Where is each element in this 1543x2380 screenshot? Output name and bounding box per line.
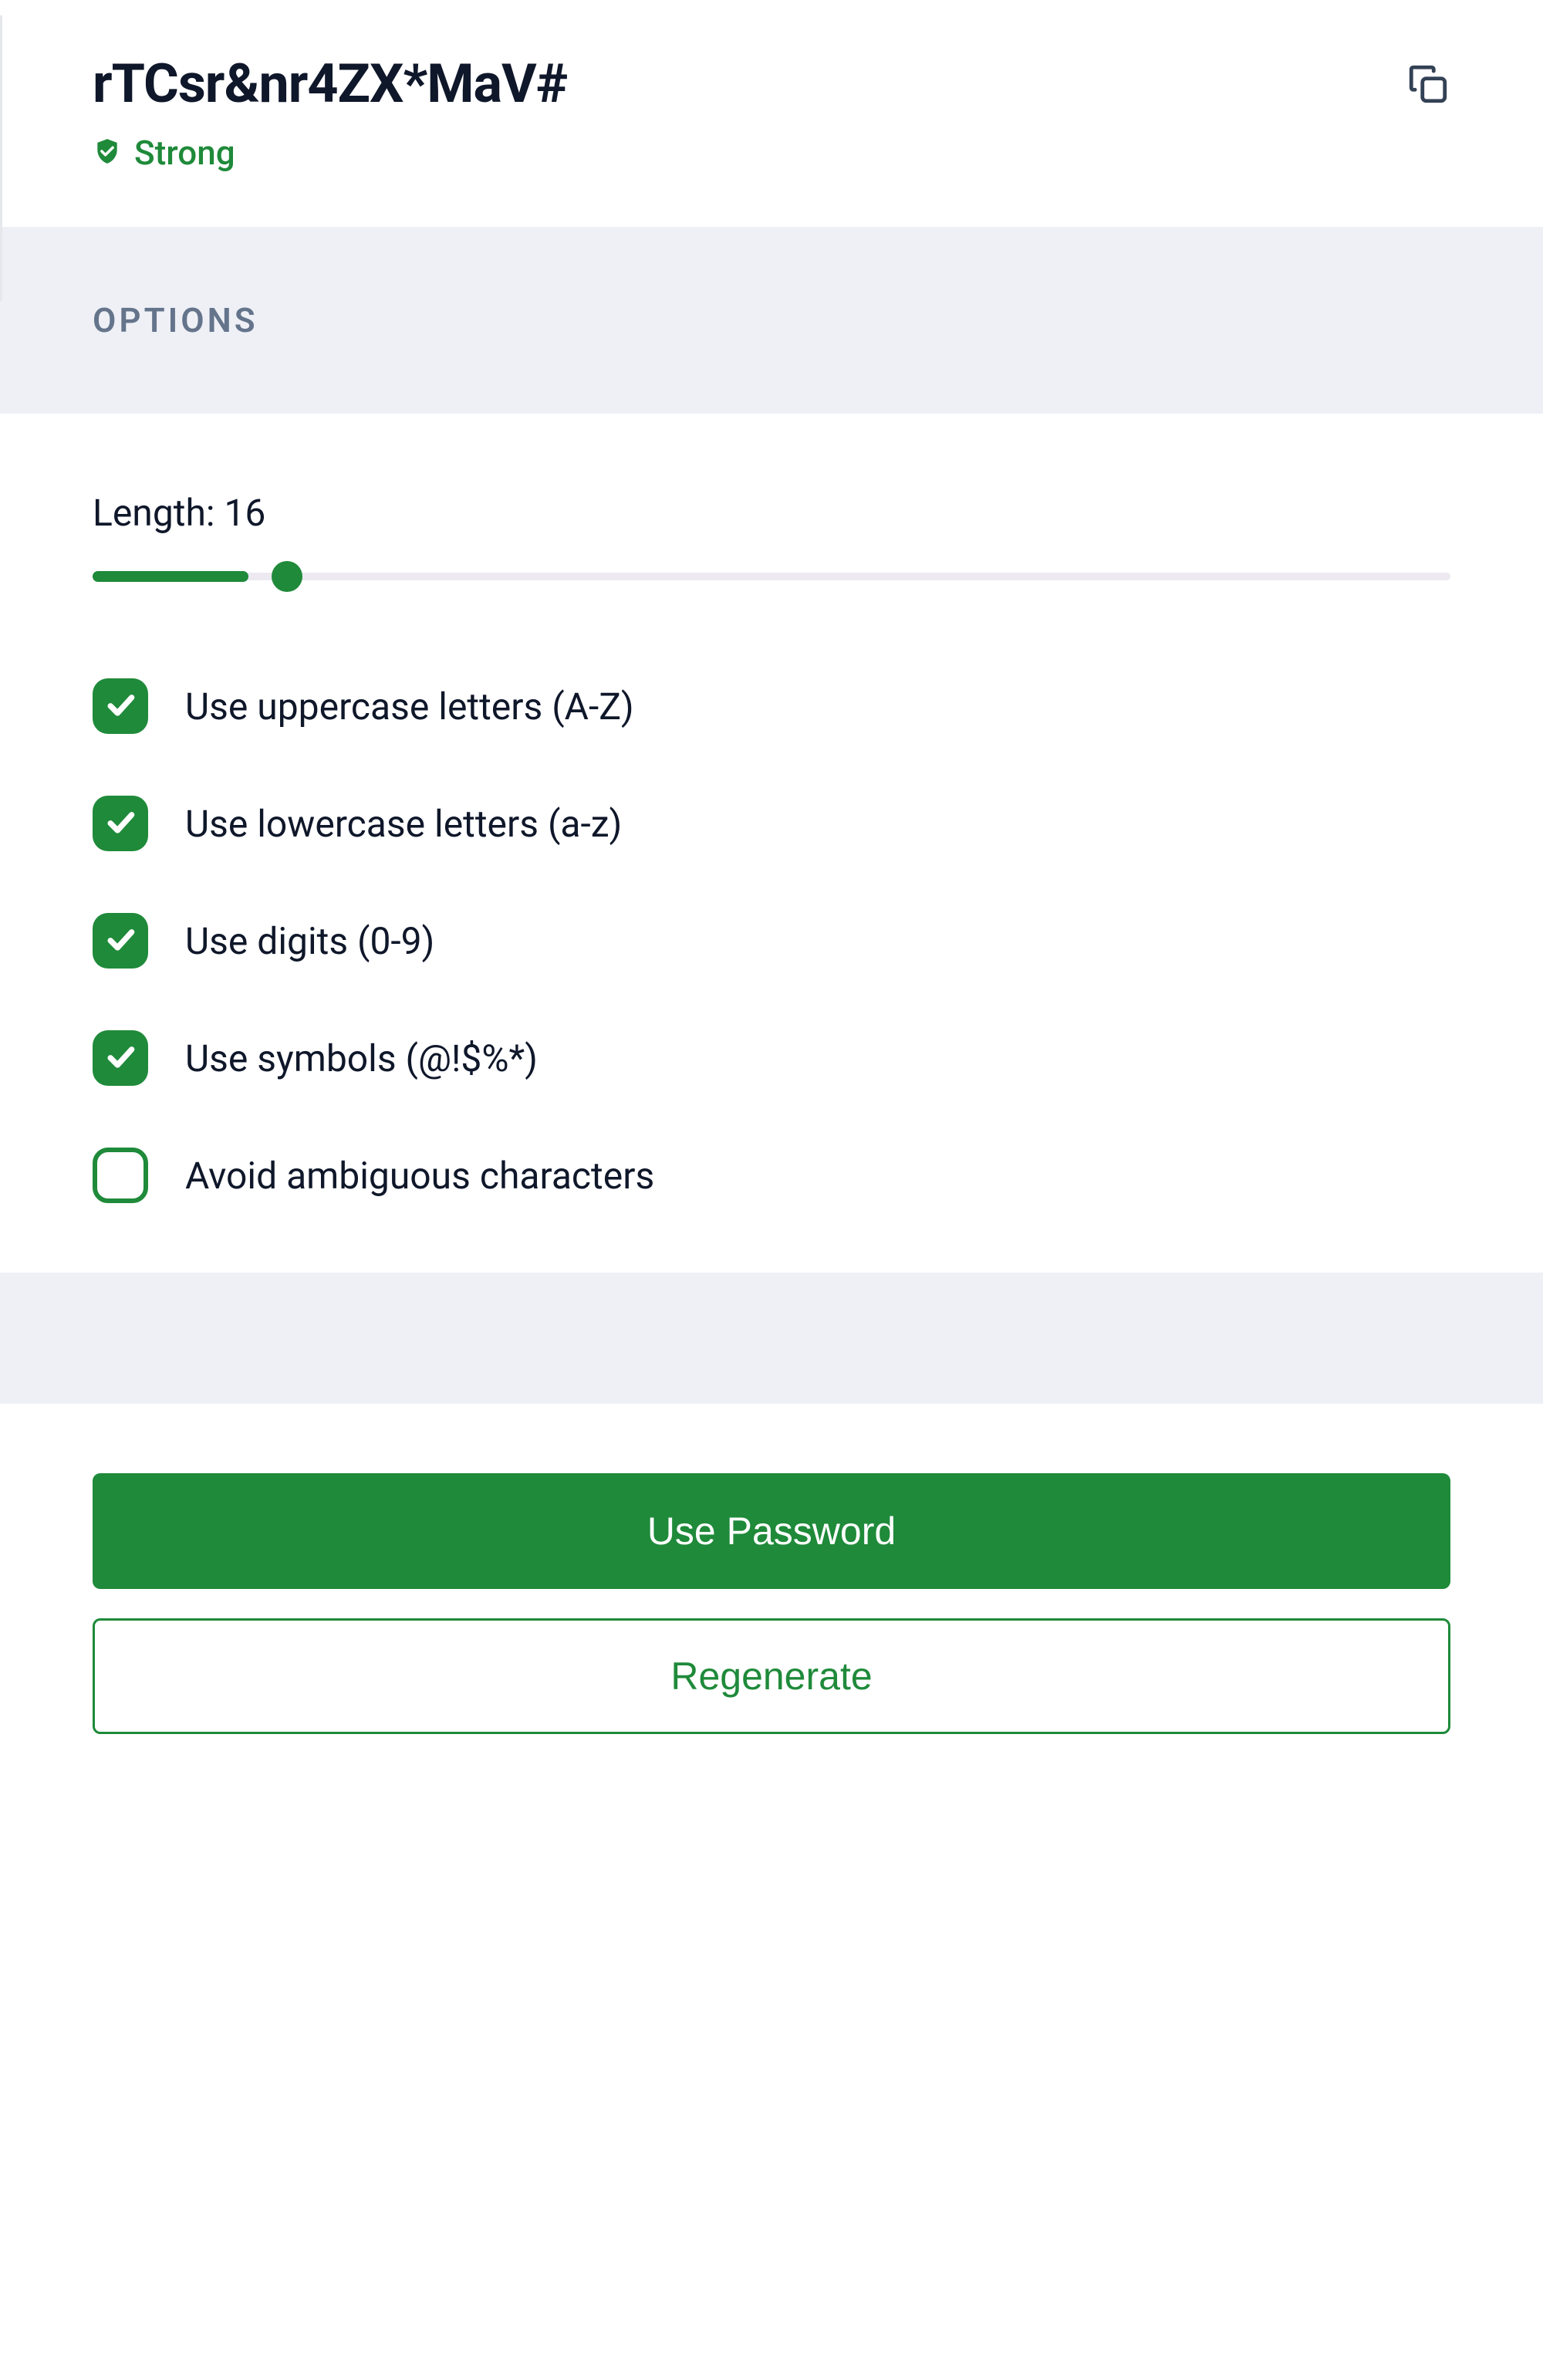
slider-thumb[interactable] xyxy=(272,561,302,592)
check-icon xyxy=(103,805,137,842)
check-icon xyxy=(103,922,137,959)
footer-actions: Use Password Regenerate xyxy=(0,1404,1543,1780)
checkbox-ambiguous[interactable] xyxy=(93,1148,148,1203)
left-edge-divider xyxy=(0,15,2,301)
strength-label: Strong xyxy=(134,133,235,173)
options-section-header: OPTIONS xyxy=(0,227,1543,414)
section-gap xyxy=(0,1273,1543,1404)
checkbox-row-symbols[interactable]: Use symbols (@!$%*) xyxy=(93,1030,1450,1086)
shield-check-icon xyxy=(93,137,122,169)
strength-indicator: Strong xyxy=(93,133,567,173)
checkbox-uppercase[interactable] xyxy=(93,678,148,734)
length-prefix: Length: xyxy=(93,491,224,535)
length-slider[interactable] xyxy=(93,567,1450,586)
checkbox-row-lowercase[interactable]: Use lowercase letters (a-z) xyxy=(93,796,1450,851)
options-section-title: OPTIONS xyxy=(93,300,1450,340)
checkbox-symbols[interactable] xyxy=(93,1030,148,1086)
options-panel: Length: 16 Use uppercase letters (A-Z) U… xyxy=(0,414,1543,1273)
checkbox-label: Use uppercase letters (A-Z) xyxy=(185,685,634,729)
checkbox-row-uppercase[interactable]: Use uppercase letters (A-Z) xyxy=(93,678,1450,734)
password-header-left: rTCsr&nr4ZX*MaV# Strong xyxy=(93,52,567,173)
length-label: Length: 16 xyxy=(93,491,1450,535)
password-header: rTCsr&nr4ZX*MaV# Strong xyxy=(0,0,1543,227)
checkbox-label: Use lowercase letters (a-z) xyxy=(185,802,622,846)
regenerate-button[interactable]: Regenerate xyxy=(93,1618,1450,1734)
checkbox-row-ambiguous[interactable]: Avoid ambiguous characters xyxy=(93,1148,1450,1203)
check-icon xyxy=(103,688,137,725)
checkbox-row-digits[interactable]: Use digits (0-9) xyxy=(93,913,1450,969)
copy-button[interactable] xyxy=(1398,56,1458,116)
slider-fill xyxy=(93,571,248,582)
generated-password: rTCsr&nr4ZX*MaV# xyxy=(93,52,567,116)
checkbox-label: Use digits (0-9) xyxy=(185,919,434,963)
checkbox-label: Avoid ambiguous characters xyxy=(185,1154,654,1198)
use-password-button[interactable]: Use Password xyxy=(93,1473,1450,1589)
checkbox-label: Use symbols (@!$%*) xyxy=(185,1036,538,1080)
length-value: 16 xyxy=(224,491,265,535)
copy-icon xyxy=(1406,62,1450,110)
checkbox-digits[interactable] xyxy=(93,913,148,969)
check-icon xyxy=(103,1040,137,1077)
checkbox-lowercase[interactable] xyxy=(93,796,148,851)
